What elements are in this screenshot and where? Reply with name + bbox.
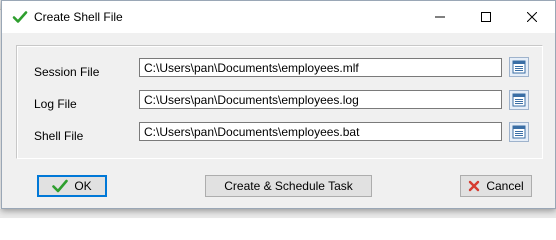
log-file-browse-button[interactable] <box>509 90 529 110</box>
minimize-button[interactable] <box>417 1 463 33</box>
close-button[interactable] <box>509 1 555 33</box>
create-schedule-task-label: Create & Schedule Task <box>224 179 353 193</box>
browse-icon <box>512 93 526 107</box>
session-file-browse-button[interactable] <box>509 57 529 77</box>
browse-icon <box>512 60 526 74</box>
maximize-button[interactable] <box>463 1 509 33</box>
create-schedule-task-button[interactable]: Create & Schedule Task <box>205 175 372 197</box>
title-bar: Create Shell File <box>2 1 555 33</box>
checkmark-icon <box>52 179 69 193</box>
log-file-field[interactable]: C:\Users\pan\Documents\employees.log <box>139 90 502 109</box>
close-icon <box>527 12 537 22</box>
maximize-icon <box>481 12 491 22</box>
ok-button-label: OK <box>74 179 92 193</box>
ok-button[interactable]: OK <box>37 175 107 197</box>
shell-file-browse-button[interactable] <box>509 122 529 142</box>
log-file-label: Log File <box>34 97 77 111</box>
session-file-label: Session File <box>34 65 100 79</box>
background-window-strip-bottom <box>0 209 556 218</box>
browse-icon <box>512 125 526 139</box>
cancel-x-icon <box>469 180 480 192</box>
session-file-field[interactable]: C:\Users\pan\Documents\employees.mlf <box>139 58 502 77</box>
shell-file-label: Shell File <box>34 129 84 143</box>
checkmark-icon <box>12 9 28 25</box>
window-title: Create Shell File <box>34 10 123 24</box>
create-shell-file-dialog: Create Shell File Session File C:\Users\… <box>1 0 556 209</box>
cancel-button[interactable]: Cancel <box>460 175 532 197</box>
minimize-icon <box>435 16 445 18</box>
shell-file-field[interactable]: C:\Users\pan\Documents\employees.bat <box>139 122 502 141</box>
cancel-button-label: Cancel <box>486 179 524 193</box>
